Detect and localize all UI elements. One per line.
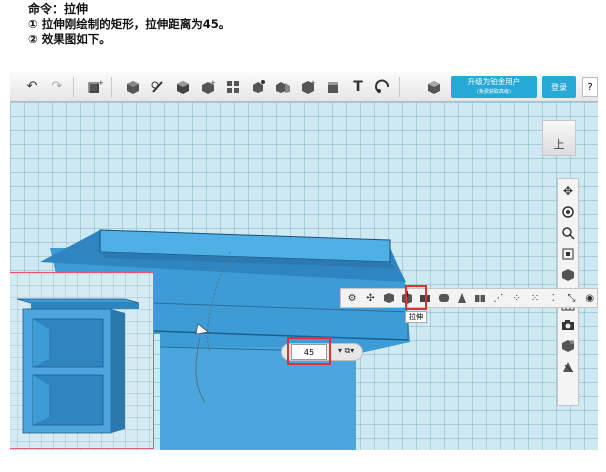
materials-icon[interactable] [559,337,577,355]
sketch-icon[interactable] [148,77,168,97]
view-cube[interactable]: 上 [542,120,576,156]
result-preview-model [16,298,140,434]
camera-icon[interactable] [559,316,577,334]
split-face-icon[interactable]: ⋰ [491,290,505,306]
combine-icon[interactable] [273,77,293,97]
main-toolbar: ↶ ↷ + + + T 升级为铂金用户 (免费获取高级) 登录 ? [10,72,598,102]
revolve-icon[interactable] [436,290,450,306]
redo-icon[interactable]: ↷ [47,77,67,97]
press-pull-icon[interactable] [382,290,396,306]
help-button[interactable]: ? [582,77,598,97]
move-icon[interactable]: ✣ [363,290,377,306]
toolbar-divider [399,76,400,97]
preview-cabinet-side [111,309,125,433]
instruction-step-2: ② 效果图如下。 [28,32,111,46]
tweak-icon[interactable]: ⁚ [546,290,560,306]
split-solid-icon[interactable] [473,290,487,306]
instruction-step-1: ① 拉伸刚绘制的矩形，拉伸距离为45。 [28,17,231,31]
instructions: 命令：拉伸 ① 拉伸刚绘制的矩形，拉伸距离为45。 ② 效果图如下。 [28,2,230,47]
visibility-eye-icon[interactable]: ◉ [583,290,597,306]
preview-top-edge [31,303,139,309]
result-preview-inset [10,272,154,449]
pan-icon[interactable]: ✥ [559,182,577,200]
upgrade-button[interactable]: 升级为铂金用户 (免费获取高级) [451,76,537,98]
primitives-icon[interactable] [123,77,143,97]
view-cube-face-label: 上 [553,138,565,151]
toolbar-divider [111,76,112,97]
modify-icon[interactable]: + [198,77,218,97]
shell-icon[interactable]: ⁘ [510,290,524,306]
construct-icon[interactable] [173,77,193,97]
view-mode-icon[interactable] [559,266,577,284]
distance-input-highlight [287,337,331,365]
extrude-tooltip: 拉伸 [405,311,427,323]
toolbar-divider [73,76,74,97]
upgrade-sublabel: (免费获取高级) [477,89,511,95]
svg-text:+: + [210,79,216,87]
undo-icon[interactable]: ↶ [22,77,42,97]
scale-icon[interactable]: ⤡ [564,290,578,306]
command-title: 命令：拉伸 [28,2,89,16]
extrude-type-dropdown-icon[interactable]: ▾ ⧉▾ [338,346,354,356]
login-button[interactable]: 登录 [542,76,576,98]
grouping-icon[interactable] [248,77,268,97]
fit-view-icon[interactable] [559,245,577,263]
render-icon[interactable] [559,358,577,376]
zoom-icon[interactable] [559,224,577,242]
svg-text:+: + [310,79,316,87]
new-design-icon[interactable]: + [85,77,105,97]
extrude-highlight [405,285,427,310]
preview-top-board [16,298,140,304]
loft-icon[interactable] [455,290,469,306]
svg-text:+: + [98,79,103,87]
materials-gallery-icon[interactable] [424,77,444,97]
text-tool-icon[interactable]: T [348,77,368,97]
orbit-icon[interactable] [559,203,577,221]
settings-gear-icon[interactable]: ⚙ [345,290,359,306]
fillet-icon[interactable]: ⁙ [528,290,542,306]
snap-icon[interactable] [373,77,393,97]
material-icon[interactable] [323,77,343,97]
pattern-icon[interactable] [223,77,243,97]
3d-viewport[interactable] [10,102,598,450]
measure-icon[interactable]: + [298,77,318,97]
upgrade-label: 升级为铂金用户 [467,77,521,86]
feature-toolbar: ⚙ ✣ ⋰ ⁘ ⁙ ⁚ ⤡ ◉ [340,288,598,308]
